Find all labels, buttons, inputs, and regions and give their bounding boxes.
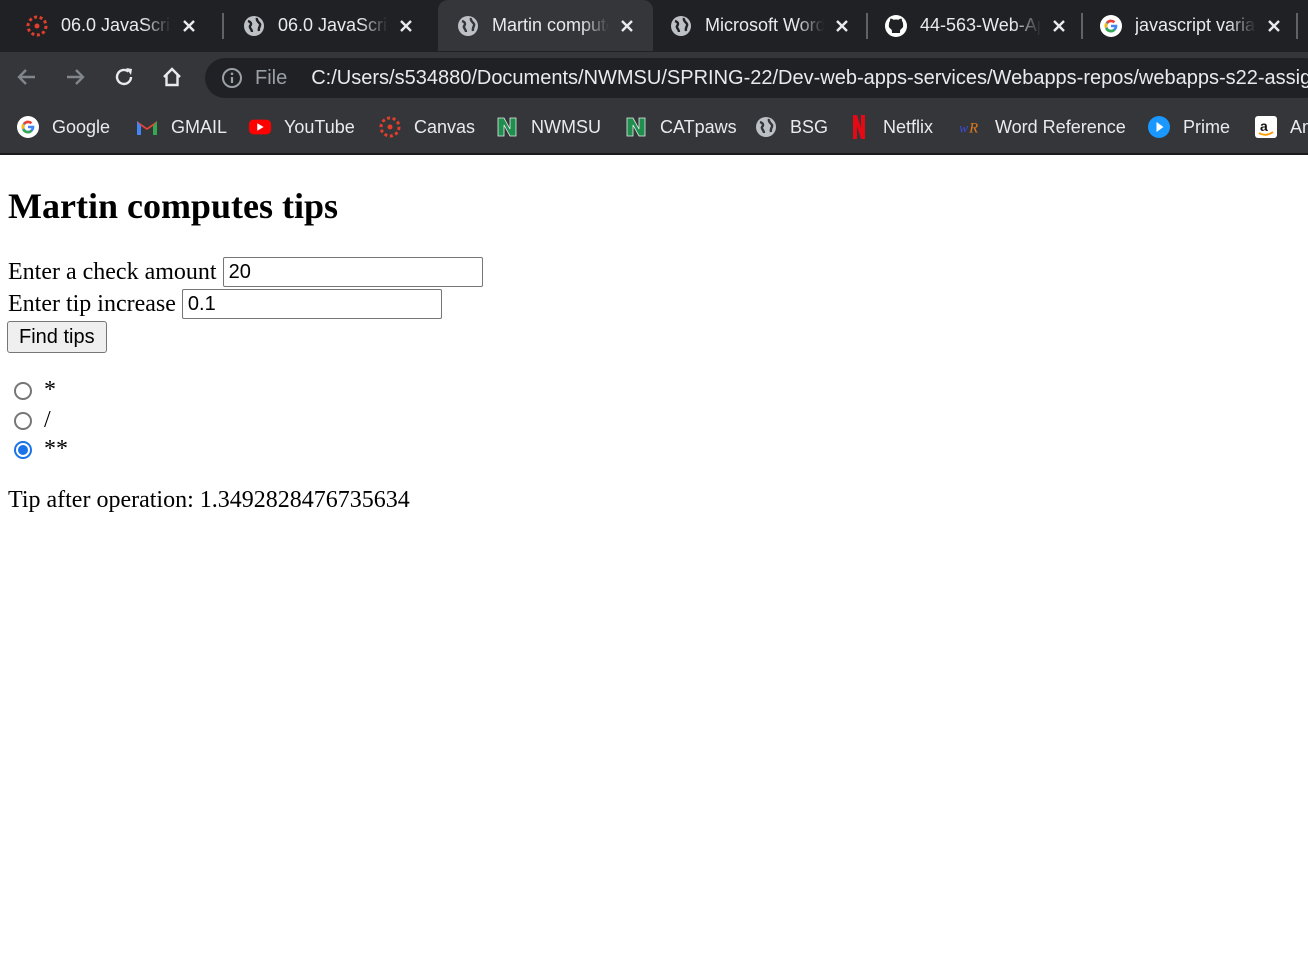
svg-text:a: a [1260,118,1268,134]
tab-javascript-2[interactable]: 06.0 JavaScript [217,0,432,51]
bookmark-nwmsu[interactable]: NWMSU [495,114,601,140]
radio-button-selected[interactable] [14,440,32,459]
bookmark-label: GMAIL [171,116,228,137]
operation-divide[interactable]: / [14,407,51,434]
canvas-icon [378,115,402,139]
radio-button[interactable] [14,411,32,430]
result-value: 1.3492828476735634 [199,487,410,513]
find-tips-button[interactable]: Find tips [7,321,107,353]
close-icon[interactable] [830,14,854,38]
bookmark-label: Google [52,116,111,137]
close-icon[interactable] [1047,14,1071,38]
arrow-left-icon [17,69,35,85]
address-toolbar: File C:/Users/s534880/Documents/NWMSU/SP… [0,52,1308,102]
google-icon [16,115,40,139]
close-icon[interactable] [1262,14,1286,38]
prime-video-icon [1147,115,1171,139]
close-icon[interactable] [394,14,418,38]
globe-icon [242,14,266,38]
tab-github-repo[interactable]: 44-563-Web-Apps [870,0,1085,51]
tip-increase-input[interactable] [181,289,442,319]
bookmark-netflix[interactable]: Netflix [847,114,933,140]
close-icon[interactable] [177,14,201,38]
tab-javascript-1[interactable]: 06.0 JavaScript [0,0,215,51]
url-text[interactable]: C:/Users/s534880/Documents/NWMSU/SPRING-… [311,67,1308,90]
tab-martin-computes-tips[interactable]: Martin computes tips [438,0,653,51]
operation-multiply[interactable]: * [14,377,56,404]
tab-title: 06.0 JavaScript [278,15,388,36]
bookmark-label: BSG [790,116,829,137]
tip-result: Tip after operation: 1.3492828476735634 [8,487,410,514]
forward-button[interactable] [58,60,92,94]
tip-increase-label: Enter tip increase [8,290,176,317]
bookmark-label: Amazon [1290,116,1308,137]
tab-microsoft-word[interactable]: Microsoft Word [653,0,868,51]
bookmark-label: CATpaws [660,116,737,137]
bookmark-bsg[interactable]: BSG [754,114,828,140]
bookmark-canvas[interactable]: Canvas [378,114,475,140]
bookmark-amazon[interactable]: a Amazon [1254,114,1308,140]
tab-title: 06.0 JavaScript [61,15,171,36]
tab-javascript-variable[interactable]: javascript variable [1085,0,1300,51]
globe-icon [754,115,778,139]
check-amount-input[interactable] [222,257,483,287]
google-icon [1099,14,1123,38]
globe-icon [456,14,480,38]
page-title: Martin computes tips [8,186,338,226]
bookmark-prime[interactable]: Prime [1147,114,1230,140]
check-amount-label: Enter a check amount [8,258,217,285]
tab-title: javascript variable [1135,15,1256,36]
tab-divider [1296,13,1298,39]
nwmsu-icon [495,115,519,139]
operation-exponent[interactable]: ** [14,436,68,463]
tab-divider [1081,13,1083,39]
bookmark-label: Word Reference [995,116,1126,137]
svg-text:R: R [968,121,978,137]
globe-icon [669,14,693,38]
arrow-right-icon [67,69,85,85]
close-icon[interactable] [615,14,639,38]
home-icon [163,67,181,87]
wordreference-icon: wR [959,115,983,139]
bookmark-google[interactable]: Google [16,114,110,140]
youtube-icon [248,115,272,139]
check-amount-row: Enter a check amount [8,257,483,287]
page-content: Martin computes tips Enter a check amoun… [0,155,1308,964]
address-bar[interactable]: File C:/Users/s534880/Documents/NWMSU/SP… [205,58,1308,98]
radio-button[interactable] [14,381,32,400]
bookmark-label: NWMSU [531,116,601,137]
operation-label: / [44,407,51,433]
tab-divider [866,13,868,39]
tab-title: Microsoft Word [705,15,824,36]
url-scheme: File [255,66,288,89]
home-button[interactable] [155,60,189,94]
nwmsu-icon [624,115,648,139]
result-label: Tip after operation: [8,487,194,513]
bookmark-word-reference[interactable]: wR Word Reference [959,114,1126,140]
bookmark-label: Prime [1183,116,1231,137]
amazon-icon: a [1254,115,1278,139]
info-icon[interactable] [221,67,243,89]
bookmark-youtube[interactable]: YouTube [248,114,355,140]
reload-button[interactable] [107,60,141,94]
github-icon [884,14,908,38]
bookmark-gmail[interactable]: GMAIL [135,114,227,140]
bookmark-catpaws[interactable]: CATpaws [624,114,737,140]
back-button[interactable] [10,60,44,94]
gmail-icon [135,115,159,139]
svg-text:w: w [959,121,969,136]
tab-title: 44-563-Web-Apps [920,15,1041,36]
operation-label: ** [44,436,68,462]
bookmarks-bar: Google GMAIL YouTube Canvas NWMSU CATpaw… [0,102,1308,155]
operation-label: * [44,377,56,403]
tab-title: Martin computes tips [492,15,609,36]
tip-increase-row: Enter tip increase [8,289,442,319]
bookmark-label: YouTube [284,116,355,137]
netflix-icon [847,115,871,139]
reload-icon [115,68,133,86]
bookmark-label: Netflix [883,116,934,137]
tab-strip: 06.0 JavaScript 06.0 JavaScript Martin c… [0,0,1308,52]
canvas-icon [25,14,49,38]
bookmark-label: Canvas [414,116,476,137]
